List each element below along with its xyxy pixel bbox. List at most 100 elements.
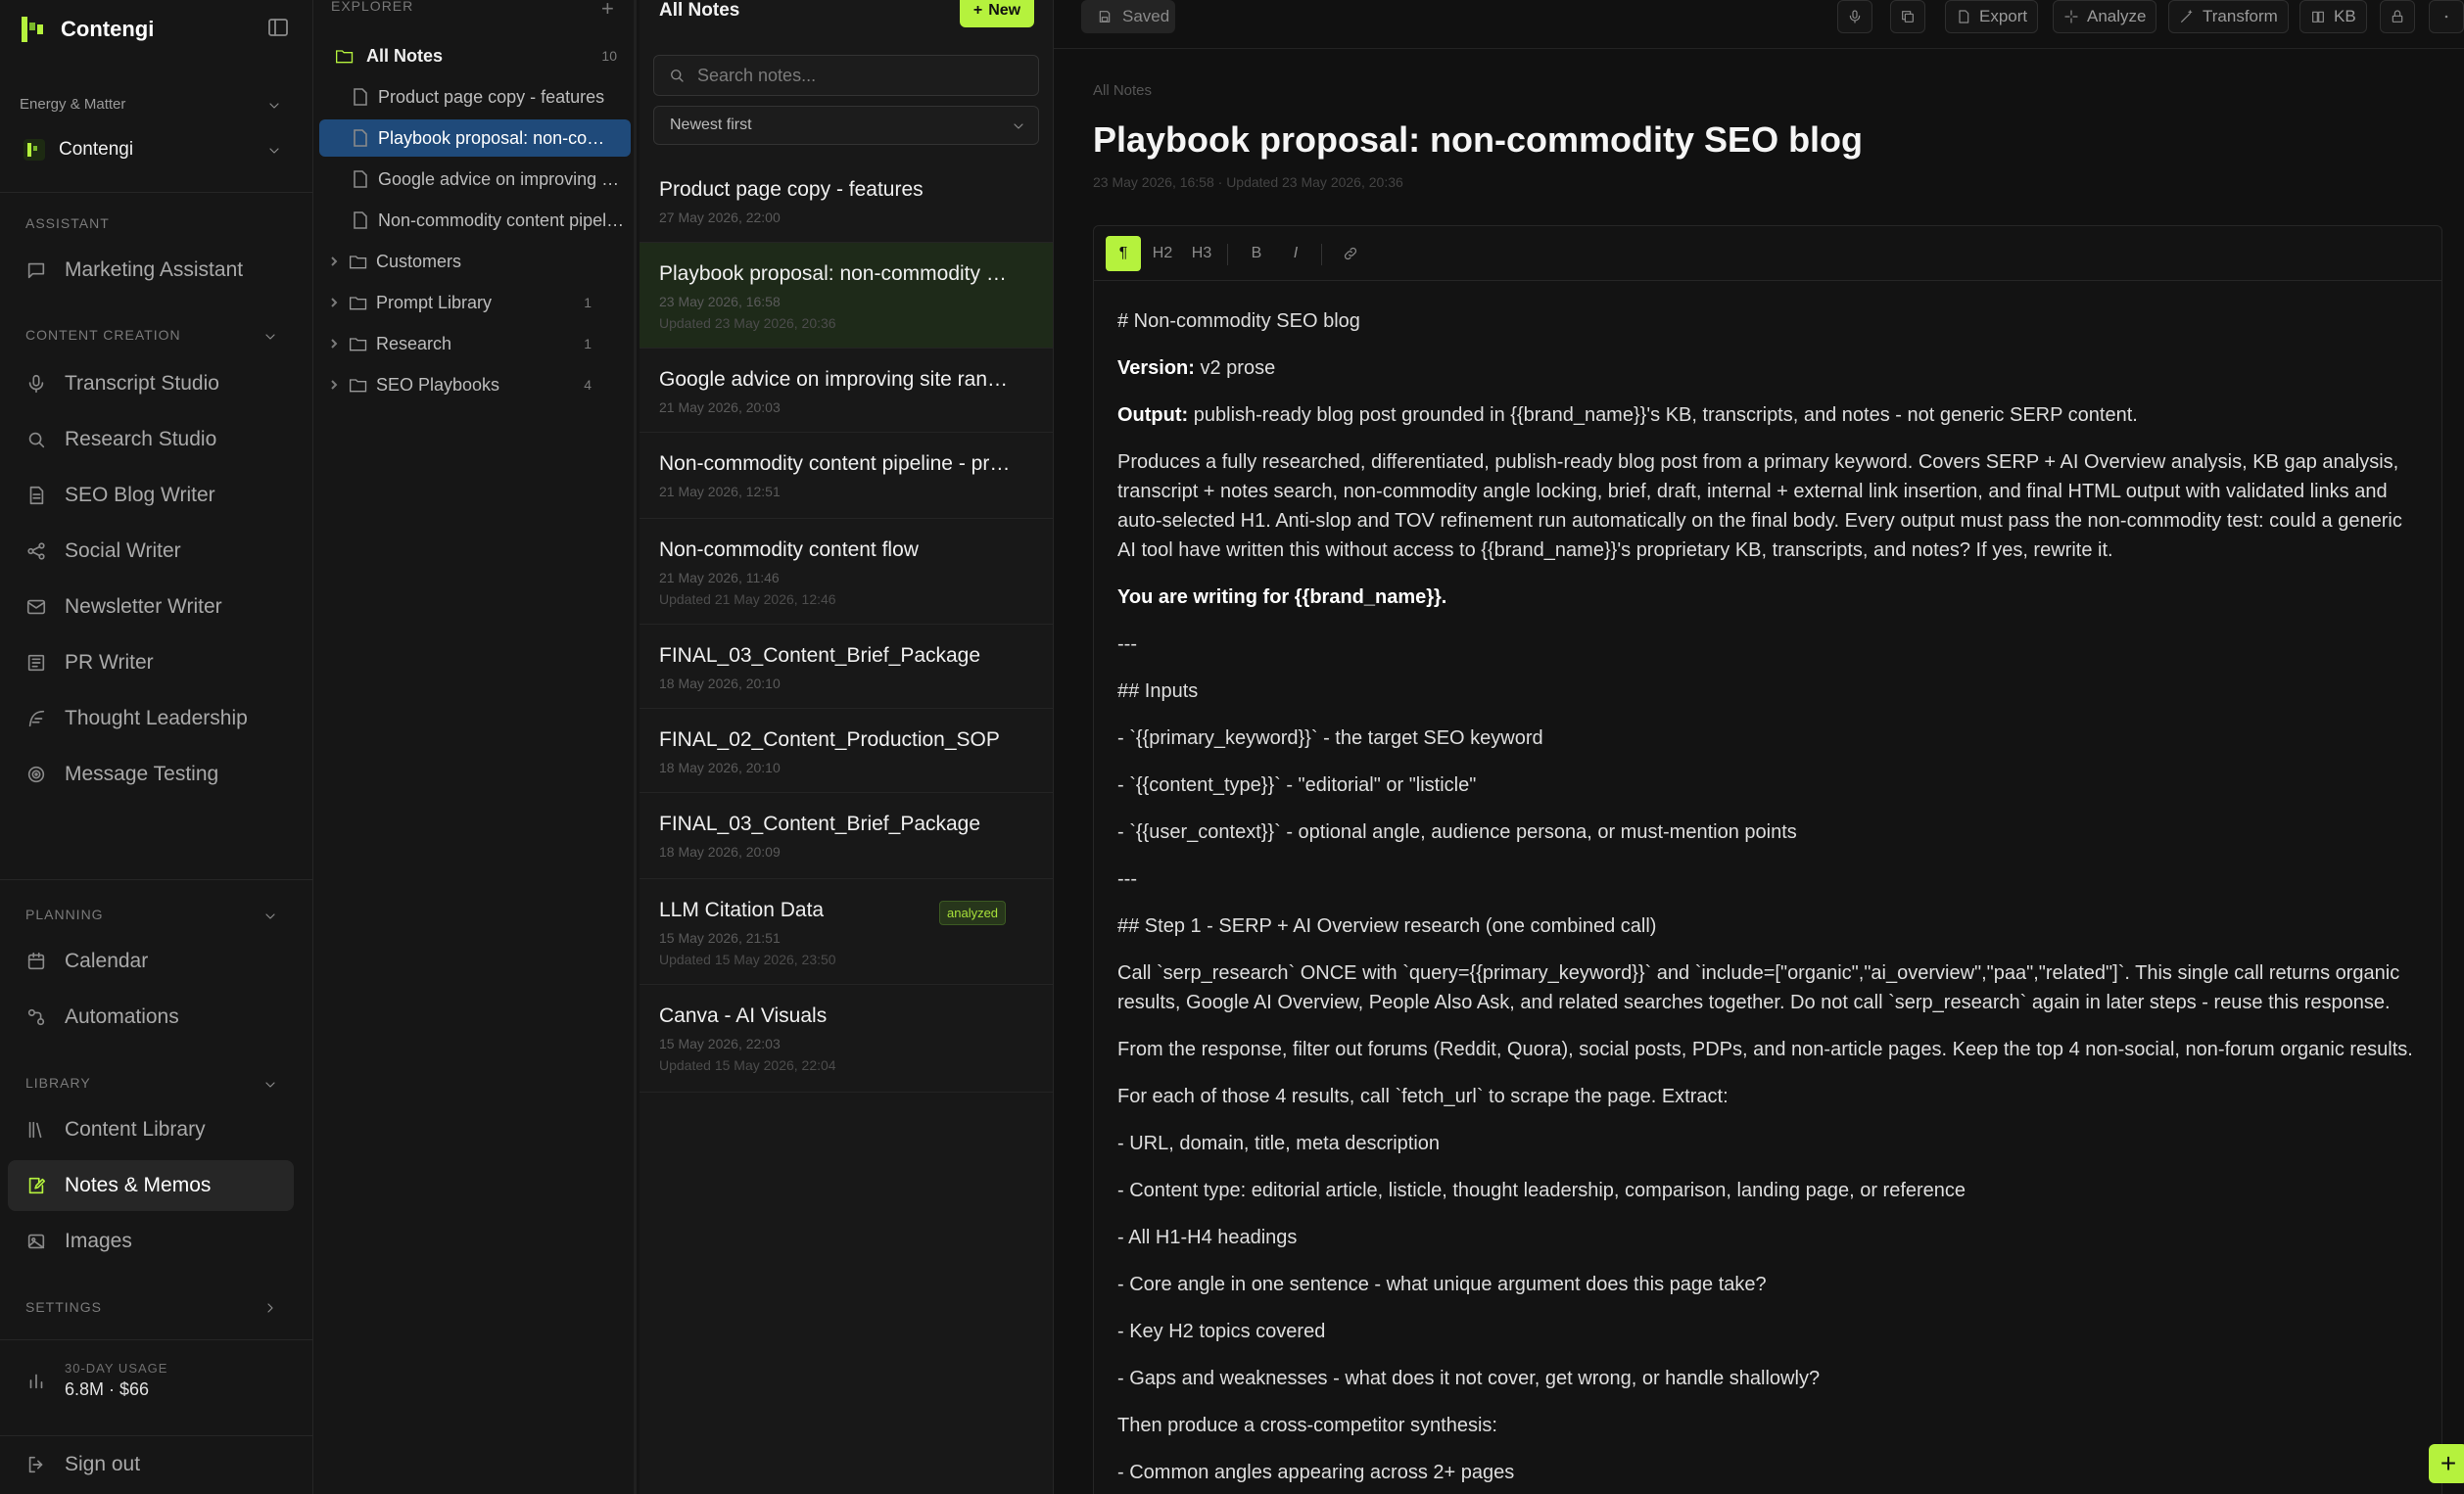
tree-label: Non-commodity content pipeline: [378, 210, 625, 230]
heading3-button[interactable]: H3: [1184, 236, 1219, 271]
tree-file[interactable]: Google advice on improving site rankings: [319, 161, 631, 198]
nav-social-writer[interactable]: Social Writer: [8, 526, 294, 577]
note-item[interactable]: FINAL_03_Content_Brief_Package 18 May 20…: [640, 625, 1053, 709]
content-line: - Content type: editorial article, listi…: [1117, 1180, 1966, 1201]
note-item[interactable]: Google advice on improving site rankings…: [640, 349, 1053, 433]
nav-research-studio[interactable]: Research Studio: [8, 414, 294, 465]
nav-notes-memos[interactable]: Notes & Memos: [8, 1160, 294, 1211]
nav-pr-writer[interactable]: PR Writer: [8, 637, 294, 688]
tree-file[interactable]: Non-commodity content pipeline: [319, 202, 631, 239]
workspace-name: Contengi: [59, 139, 134, 160]
sign-out-button[interactable]: Sign out: [25, 1453, 140, 1476]
more-button[interactable]: [2429, 0, 2464, 33]
tree-folder-customers[interactable]: Customers: [319, 243, 631, 280]
nav-thought-leadership[interactable]: Thought Leadership: [8, 693, 294, 744]
nav-seo-blog-writer[interactable]: SEO Blog Writer: [8, 470, 294, 521]
folder-icon: [350, 338, 367, 351]
nav-label: Marketing Assistant: [65, 258, 244, 281]
chevron-right-icon[interactable]: [327, 296, 341, 309]
chevron-right-icon[interactable]: [327, 255, 341, 268]
note-item[interactable]: FINAL_03_Content_Brief_Package 18 May 20…: [640, 793, 1053, 879]
note-title: Product page copy - features: [659, 178, 924, 201]
tree-count: 10: [601, 48, 617, 64]
italic-button[interactable]: I: [1278, 236, 1313, 271]
divider: [0, 1435, 313, 1436]
chevron-down-icon[interactable]: [262, 909, 278, 924]
page-title[interactable]: Playbook proposal: non-commodity SEO blo…: [1093, 119, 1863, 161]
add-block-button[interactable]: +: [2429, 1444, 2464, 1483]
notes-title: All Notes: [659, 0, 740, 21]
tree-all-notes[interactable]: All Notes 10: [319, 37, 631, 74]
add-folder-icon[interactable]: +: [601, 0, 614, 22]
chevron-down-icon[interactable]: [266, 143, 282, 159]
editor-content[interactable]: # Non-commodity SEO blog Version: v2 pro…: [1117, 306, 2420, 1494]
search-input[interactable]: [697, 65, 1011, 86]
file-export-icon: [1959, 10, 1969, 23]
note-item[interactable]: Canva - AI Visuals 15 May 2026, 22:03 Up…: [640, 985, 1053, 1093]
nav-content-library[interactable]: Content Library: [8, 1104, 294, 1155]
content-line: Call `serp_research` ONCE with `query={{…: [1117, 962, 2400, 1013]
note-date: 15 May 2026, 21:51: [659, 930, 781, 946]
link-button[interactable]: [1333, 236, 1368, 271]
kb-button[interactable]: KB: [2299, 0, 2367, 33]
content-line: ---: [1117, 633, 1137, 655]
usage-summary[interactable]: 30-DAY USAGE 6.8M · $66: [25, 1361, 167, 1400]
sort-select[interactable]: Newest first: [653, 106, 1039, 145]
note-item[interactable]: Non-commodity content flow 21 May 2026, …: [640, 519, 1053, 625]
tree-folder-seo-playbooks[interactable]: SEO Playbooks 4: [319, 366, 631, 403]
content-line: Version: v2 prose: [1117, 353, 2420, 383]
content-line: - `{{user_context}}` - optional angle, a…: [1117, 821, 1797, 843]
chevron-down-icon[interactable]: [262, 1077, 278, 1093]
note-item[interactable]: LLM Citation Data 15 May 2026, 21:51 Upd…: [640, 879, 1053, 985]
new-note-button[interactable]: + New: [960, 0, 1034, 27]
tree-folder-prompt-library[interactable]: Prompt Library 1: [319, 284, 631, 321]
nav-automations[interactable]: Automations: [8, 992, 294, 1043]
rich-text-editor[interactable]: ¶ H2 H3 B I # Non-commodity SEO blog Ver…: [1093, 225, 2442, 1494]
analyze-button[interactable]: Analyze: [2053, 0, 2157, 33]
brand[interactable]: Contengi: [22, 14, 154, 45]
workspace-selector[interactable]: Contengi: [24, 139, 133, 161]
note-item-selected[interactable]: Playbook proposal: non-commodity SEO blo…: [640, 243, 1053, 349]
tree-label: Product page copy - features: [378, 86, 605, 107]
bar-chart-icon: [29, 1374, 43, 1389]
chevron-right-icon[interactable]: [327, 337, 341, 350]
dictate-button[interactable]: [1837, 0, 1872, 33]
copy-button[interactable]: [1890, 0, 1925, 33]
content-line: - Key H2 topics covered: [1117, 1321, 1326, 1342]
lock-button[interactable]: [2380, 0, 2415, 33]
transform-button[interactable]: Transform: [2168, 0, 2289, 33]
divider: [1321, 244, 1322, 265]
breadcrumb[interactable]: All Notes: [1093, 82, 1152, 99]
chevron-down-icon[interactable]: [262, 329, 278, 345]
note-item[interactable]: Product page copy - features 27 May 2026…: [640, 159, 1053, 243]
chevron-down-icon[interactable]: [266, 98, 282, 114]
chevron-right-icon[interactable]: [327, 378, 341, 392]
search-box[interactable]: [653, 55, 1039, 96]
chevron-right-icon[interactable]: [262, 1300, 278, 1316]
section-settings[interactable]: SETTINGS: [25, 1299, 102, 1315]
collapse-sidebar-icon[interactable]: [266, 16, 290, 39]
tree-label: SEO Playbooks: [376, 374, 500, 395]
tree-folder-research[interactable]: Research 1: [319, 325, 631, 362]
note-date: 21 May 2026, 12:51: [659, 484, 781, 499]
nav-marketing-assistant[interactable]: Marketing Assistant: [8, 245, 294, 296]
content-line: - All H1-H4 headings: [1117, 1227, 1298, 1248]
bold-button[interactable]: B: [1239, 236, 1274, 271]
nav-images[interactable]: Images: [8, 1216, 294, 1267]
search-icon: [671, 70, 684, 82]
note-item[interactable]: Non-commodity content pipeline - process…: [640, 433, 1053, 519]
content-line: Then produce a cross-competitor synthesi…: [1117, 1415, 1497, 1436]
note-updated: Updated 15 May 2026, 23:50: [659, 952, 836, 967]
tree-file-selected[interactable]: Playbook proposal: non-commodity SEO blo…: [319, 119, 631, 157]
tree-count: 1: [584, 336, 592, 351]
note-item[interactable]: FINAL_02_Content_Production_SOP 18 May 2…: [640, 709, 1053, 793]
heading2-button[interactable]: H2: [1145, 236, 1180, 271]
nav-transcript-studio[interactable]: Transcript Studio: [8, 358, 294, 409]
paragraph-button[interactable]: ¶: [1106, 236, 1141, 271]
workspace-label[interactable]: Energy & Matter: [20, 96, 125, 113]
tree-file[interactable]: Product page copy - features: [319, 78, 631, 116]
nav-newsletter-writer[interactable]: Newsletter Writer: [8, 582, 294, 632]
nav-message-testing[interactable]: Message Testing: [8, 749, 294, 800]
nav-calendar[interactable]: Calendar: [8, 936, 294, 987]
export-button[interactable]: Export: [1945, 0, 2039, 33]
